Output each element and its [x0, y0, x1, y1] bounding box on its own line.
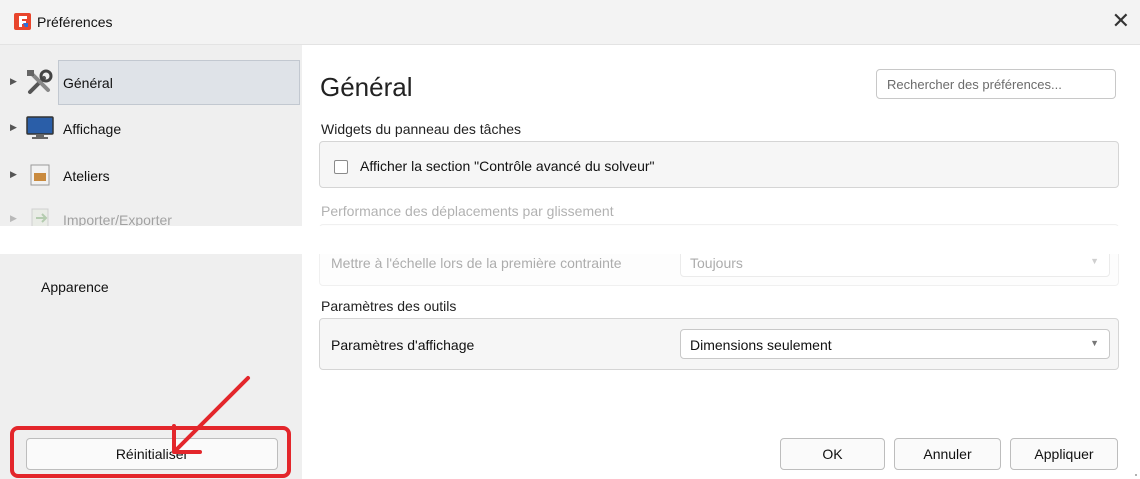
close-icon[interactable]: ✕	[1112, 8, 1130, 34]
title-bar: Préférences ✕	[0, 0, 1140, 45]
window-title: Préférences	[37, 14, 113, 30]
sidebar-item-label: Affichage	[63, 121, 122, 137]
chevron-down-icon: ▼	[1090, 338, 1099, 348]
display-settings-select[interactable]: Dimensions seulement ▼	[680, 329, 1110, 359]
sidebar-item-appearance[interactable]: Apparence	[0, 264, 302, 308]
expand-arrow-icon[interactable]: ▶	[10, 169, 17, 180]
resize-grip-icon[interactable]	[1132, 471, 1138, 477]
advanced-solver-checkbox[interactable]	[334, 160, 348, 174]
widgets-group: Afficher la section "Contrôle avancé du …	[319, 141, 1119, 188]
expand-arrow-icon[interactable]: ▶	[10, 76, 17, 87]
sidebar-item-label: Général	[63, 75, 113, 91]
row-label: Paramètres d'affichage	[331, 337, 475, 353]
cancel-button[interactable]: Annuler	[894, 438, 1001, 470]
screenshot-gap	[0, 226, 1140, 254]
tools-group: Paramètres d'affichage Dimensions seulem…	[319, 318, 1119, 370]
sidebar-item-label: Apparence	[41, 279, 109, 295]
select-value: Toujours	[690, 255, 743, 271]
app-logo-icon	[14, 13, 31, 30]
row-label: Mettre à l'échelle lors de la première c…	[331, 255, 622, 271]
section-title-drag: Performance des déplacements par glissem…	[321, 203, 614, 219]
sidebar-item-label: Ateliers	[63, 168, 110, 184]
ok-button[interactable]: OK	[780, 438, 885, 470]
annotation-arrow-icon	[172, 376, 250, 454]
page-title: Général	[320, 72, 413, 102]
tools-icon	[27, 69, 53, 94]
section-title-widgets: Widgets du panneau des tâches	[321, 121, 522, 137]
main-panel: Général Widgets du panneau des tâches Af…	[303, 45, 1140, 479]
sidebar-item-display[interactable]: ▶ Affichage	[0, 106, 302, 150]
sidebar-item-workbenches[interactable]: ▶ Ateliers	[0, 153, 302, 197]
expand-arrow-icon[interactable]: ▶	[10, 122, 17, 133]
section-title-tools: Paramètres des outils	[321, 298, 457, 314]
apply-button[interactable]: Appliquer	[1010, 438, 1118, 470]
expand-arrow-icon[interactable]: ▶	[10, 213, 17, 224]
search-input[interactable]	[876, 69, 1116, 99]
chevron-down-icon: ▼	[1090, 256, 1099, 266]
monitor-icon	[26, 116, 54, 139]
sidebar-item-general[interactable]: ▶ Général	[0, 60, 302, 105]
checkbox-label[interactable]: Afficher la section "Contrôle avancé du …	[360, 158, 655, 174]
select-value: Dimensions seulement	[690, 337, 832, 353]
box-icon	[30, 164, 50, 186]
